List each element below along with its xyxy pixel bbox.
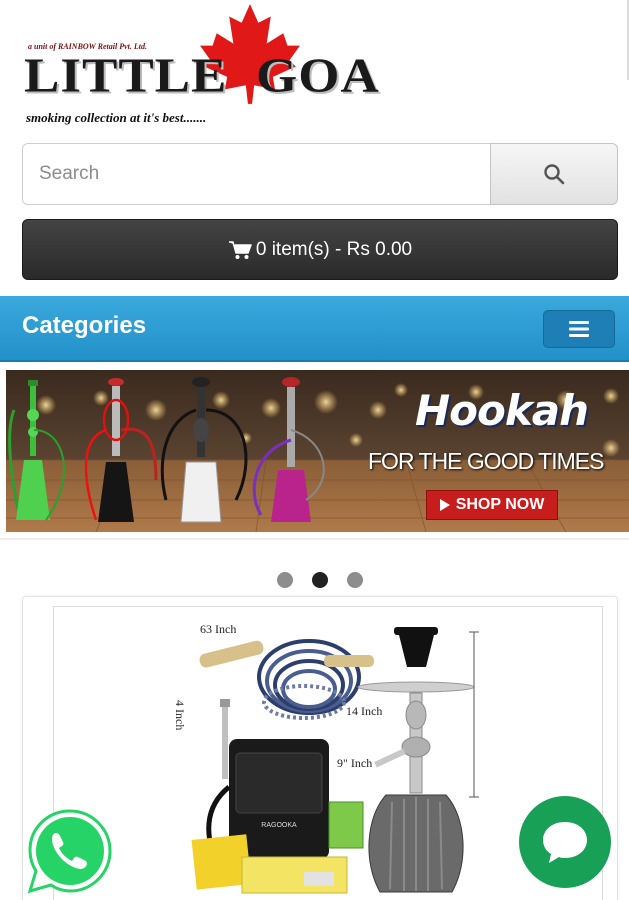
logo-slogan: smoking collection at it's best.......: [26, 110, 207, 125]
categories-title: Categories: [22, 312, 147, 339]
site-logo[interactable]: a unit of RAINBOW Retail Pvt. Ltd. LITTL…: [22, 2, 392, 130]
categories-menu-button[interactable]: [543, 310, 615, 348]
logo-name-little: LITTLE: [24, 49, 228, 103]
search-input[interactable]: [22, 143, 490, 205]
play-icon: [439, 499, 450, 511]
carousel-pagination: [277, 572, 363, 588]
banner-divider: [0, 538, 629, 540]
search-bar: [22, 143, 618, 205]
logo-name-goa: GOA: [256, 49, 380, 103]
svg-text:RAGOOKA: RAGOOKA: [261, 822, 297, 829]
stem-height-label: 14 Inch: [346, 704, 383, 718]
tongs-length-label: 4 Inch: [173, 700, 187, 731]
banner-tagline: FOR THE GOOD TIMES: [368, 448, 604, 474]
cart-button[interactable]: 0 item(s) - Rs 0.00: [22, 219, 618, 280]
carousel-dot-2[interactable]: [312, 572, 328, 588]
cart-summary: 0 item(s) - Rs 0.00: [255, 238, 413, 260]
whatsapp-icon: [27, 809, 112, 894]
base-height-label: 9" Inch: [337, 756, 373, 770]
hose-length-label: 63 Inch: [200, 622, 237, 636]
cart-icon: [228, 240, 252, 260]
whatsapp-button[interactable]: [24, 805, 116, 897]
live-chat-button[interactable]: [519, 796, 611, 888]
hamburger-icon: [569, 321, 589, 337]
search-icon: [544, 164, 565, 185]
search-button[interactable]: [490, 143, 618, 205]
carousel-dot-3[interactable]: [347, 572, 363, 588]
banner-headline: Hookah: [415, 386, 589, 435]
chat-icon: [543, 822, 587, 863]
shop-now-label: SHOP NOW: [455, 496, 545, 513]
shop-now-button[interactable]: SHOP NOW: [426, 490, 558, 520]
categories-bar: Categories: [0, 296, 629, 362]
carousel-dot-1[interactable]: [277, 572, 293, 588]
